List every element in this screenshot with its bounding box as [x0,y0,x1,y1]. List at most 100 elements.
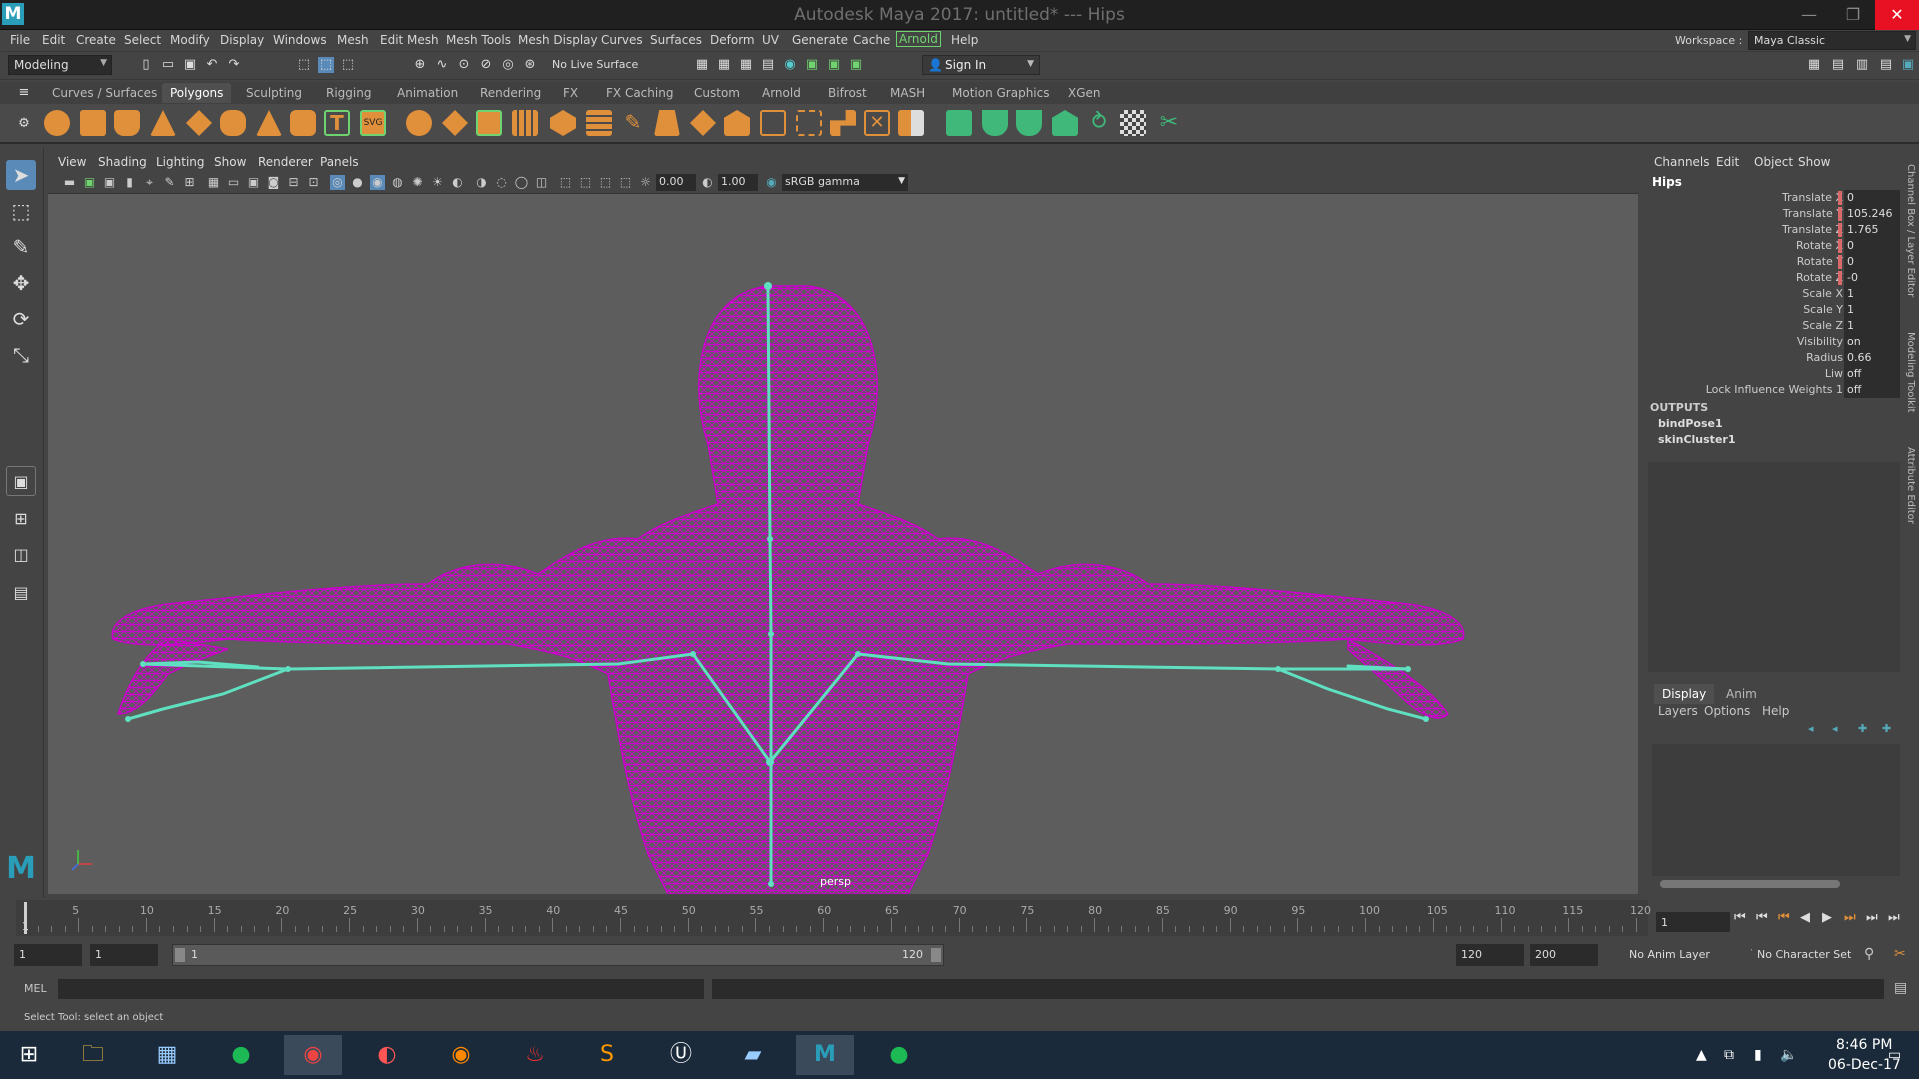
output-bindpose[interactable]: bindPose1 [1658,417,1723,430]
safe-action-icon[interactable]: ⊟ [286,175,301,190]
layout-icon[interactable]: ▣ [1900,57,1916,73]
minimize-button[interactable]: — [1787,0,1831,30]
tab-attribute-editor[interactable]: Attribute Editor [1905,447,1916,524]
outliner-layout-icon[interactable]: ▤ [6,578,36,608]
firefox-icon[interactable]: ◉ [432,1035,490,1075]
attr-row[interactable]: Scale X1 [1648,286,1903,302]
poly-prism-icon[interactable] [256,110,282,136]
redo-icon[interactable]: ↷ [226,57,242,73]
attr-row[interactable]: Lock Influence Weights 1 off [1648,382,1903,398]
film-gate-icon[interactable]: ▦ [206,175,221,190]
channels-object-menu[interactable]: Object [1754,155,1793,169]
attr-value[interactable]: 0.66 [1844,350,1900,366]
motion-blur-icon[interactable]: ◌ [494,175,509,190]
menu-uv[interactable]: UV [762,33,779,47]
mode-dropdown[interactable]: Modeling ▼ [8,55,112,75]
undo-icon[interactable]: ↶ [204,57,220,73]
camera-attributes-icon[interactable]: ▣ [82,175,97,190]
camera-select-icon[interactable]: ▬ [62,175,77,190]
menu-deform[interactable]: Deform [710,33,755,47]
select-hierarchy-icon[interactable]: ⬚ [296,57,312,73]
tray-chevron-up-icon[interactable]: ▲ [1696,1031,1707,1079]
arnold-flush-icon[interactable]: ▣ [848,57,864,73]
playback-start-field[interactable]: 1 [90,944,158,966]
attr-row[interactable]: Visibility on [1648,334,1903,350]
wireframe-on-shaded-icon[interactable]: ◉ [370,175,385,190]
lasso-tool-icon[interactable]: ⬚ [6,196,36,226]
ipr-render-icon[interactable]: ▦ [738,57,754,73]
attr-row[interactable]: Rotate Z -0 [1648,270,1903,286]
menu-edit-mesh[interactable]: Edit Mesh [380,33,439,47]
attr-value[interactable]: 1 [1844,286,1900,302]
workspace-dropdown[interactable]: Maya Classic ▼ [1748,31,1916,50]
auto-key-icon[interactable]: ⚲ [1864,946,1874,962]
xray-components-icon[interactable]: ⬚ [618,175,633,190]
poly-sphere-icon[interactable] [44,110,70,136]
smooth-shade-icon[interactable]: ● [350,175,365,190]
poly-plane-icon[interactable] [186,110,212,136]
tab-rendering[interactable]: Rendering [480,86,541,100]
mirror-icon[interactable] [476,110,502,136]
time-slider[interactable]: 5 10 15 20 25 30 35 40 45 50 55 60 65 70 75 80 85 90 95 100… [16,900,1651,936]
menu-mesh-tools[interactable]: Mesh Tools [446,33,511,47]
playhead[interactable] [24,902,27,934]
menu-curves[interactable]: Curves [601,33,643,47]
menu-surfaces[interactable]: Surfaces [650,33,702,47]
options-menu[interactable]: Options [1704,704,1750,718]
select-object-icon[interactable]: ⬚ [318,57,334,73]
current-frame-field[interactable]: 1 [1656,912,1730,932]
panel-menu-show[interactable]: Show [214,155,246,169]
attr-value[interactable]: on [1844,334,1900,350]
menu-create[interactable]: Create [76,33,116,47]
bookmark-icon[interactable]: ▣ [102,175,117,190]
menu-arnold[interactable]: Arnold [896,31,941,47]
tab-display-layers[interactable]: Display [1654,684,1715,704]
preferences-icon[interactable]: ✂ [1894,946,1906,962]
color-management-icon[interactable]: ◉ [764,175,779,190]
step-forward-key-icon[interactable]: ⏭ [1866,910,1878,925]
go-to-start-icon[interactable]: ⏮ [1734,910,1746,925]
attr-row[interactable]: Translate Z 1.765 [1648,222,1903,238]
attr-row[interactable]: Liw off [1648,366,1903,382]
attr-value[interactable]: 0 [1844,254,1900,270]
menu-select[interactable]: Select [124,33,161,47]
tab-xgen[interactable]: XGen [1068,86,1101,100]
select-component-icon[interactable]: ⬚ [340,57,356,73]
anim-layer-dropdown[interactable]: No Anim Layer▼ [1624,944,1758,966]
grid-toggle-icon[interactable]: ⊞ [182,175,197,190]
hypershade-icon[interactable]: ◉ [782,57,798,73]
xray-icon[interactable]: ⬚ [578,175,593,190]
screen-space-ao-icon[interactable]: ◑ [474,175,489,190]
tab-fx-caching[interactable]: FX Caching [606,86,673,100]
new-layer-selected-icon[interactable]: ✚ [1882,722,1891,735]
clock-time[interactable]: 8:46 PM [1836,1037,1892,1055]
gear-icon[interactable]: ⚙ [16,116,32,132]
attr-value[interactable]: off [1844,366,1900,382]
combine-icon[interactable] [406,110,432,136]
textured-icon[interactable]: ◍ [390,175,405,190]
tab-channel-box[interactable]: Channel Box / Layer Editor [1905,164,1916,297]
remesh-icon[interactable] [550,110,576,136]
tab-fx[interactable]: FX [563,86,578,100]
battery-icon[interactable]: ▮ [1754,1031,1762,1079]
xray-joints-icon[interactable]: ⬚ [598,175,613,190]
arnold-render-icon[interactable]: ▣ [804,57,820,73]
snap-view-icon[interactable]: ⊘ [478,57,494,73]
viewport-persp[interactable]: persp [48,194,1638,894]
snap-point-icon[interactable]: ⊙ [456,57,472,73]
tab-bifrost[interactable]: Bifrost [828,86,867,100]
help-menu[interactable]: Help [1762,704,1789,718]
single-view-layout-icon[interactable]: ▣ [6,466,36,496]
move-layer-down-icon[interactable]: ◂ [1832,722,1838,735]
gamma-field[interactable]: 1.00 [718,174,758,191]
tab-modeling-toolkit[interactable]: Modeling Toolkit [1905,332,1916,413]
attr-value[interactable]: 1 [1844,302,1900,318]
select-tool-icon[interactable]: ➤ [6,160,36,190]
attr-value[interactable]: 1 [1844,318,1900,334]
uv-editor-icon[interactable]: ✂ [1156,110,1182,136]
tab-polygons[interactable]: Polygons [162,83,232,103]
range-slider[interactable]: 1 120 [172,944,944,966]
tab-mash[interactable]: MASH [890,86,925,100]
anim-start-field[interactable]: 1 [14,944,82,966]
menu-display[interactable]: Display [220,33,264,47]
